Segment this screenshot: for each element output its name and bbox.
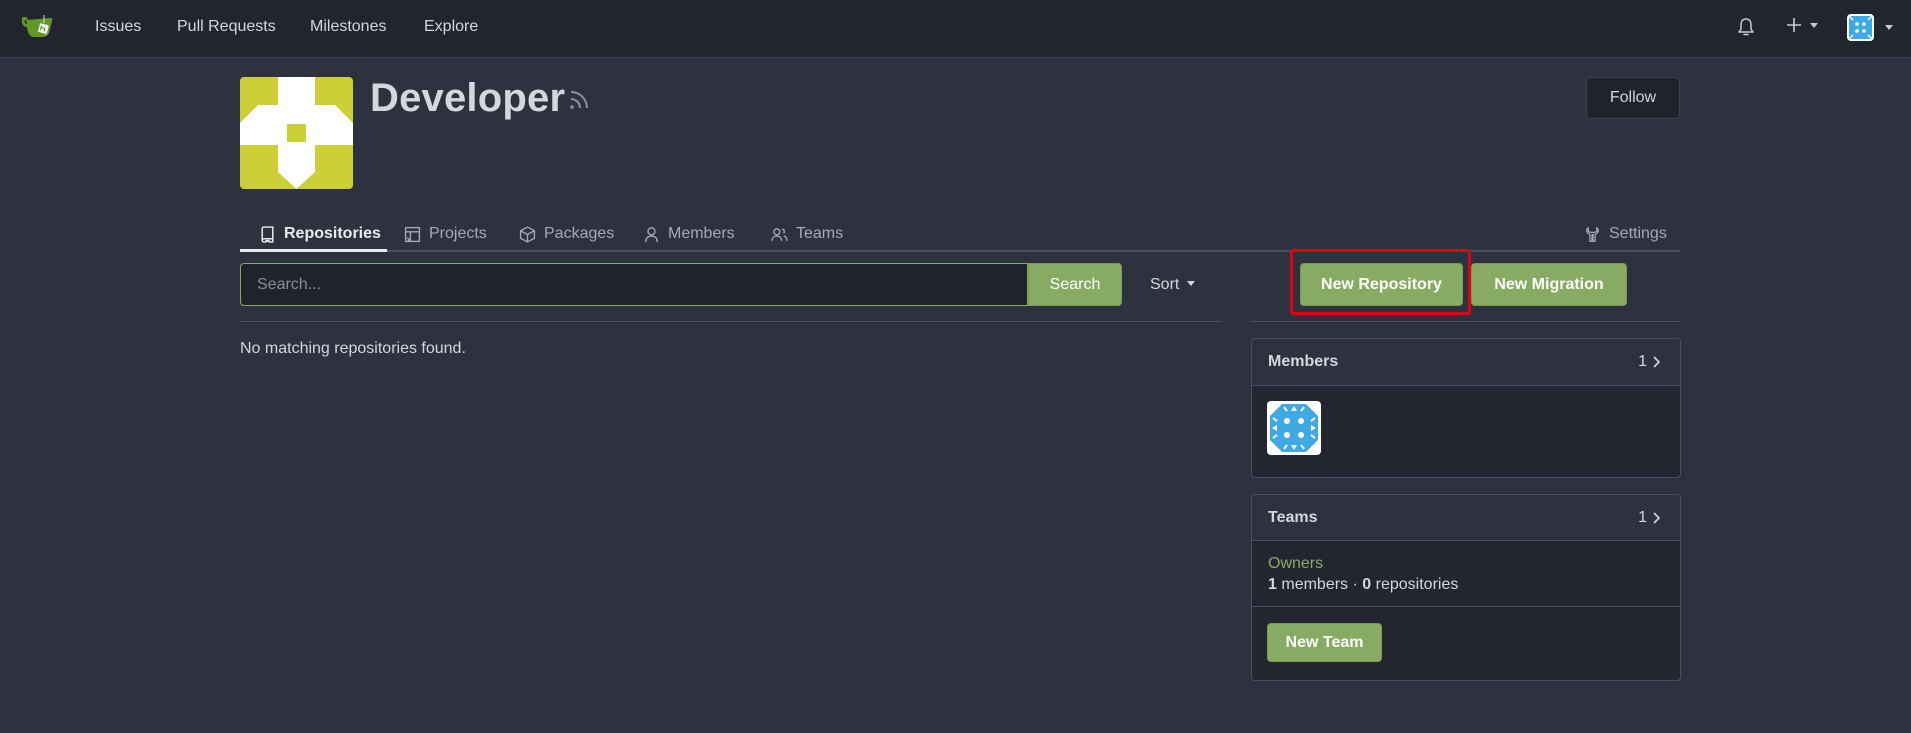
sort-label: Sort — [1150, 276, 1180, 293]
gitea-logo-icon[interactable] — [20, 13, 56, 41]
members-card: Members 1 — [1251, 338, 1681, 478]
member-avatar[interactable] — [1267, 401, 1321, 455]
bell-icon[interactable] — [1737, 17, 1755, 37]
teams-count: 1 — [1638, 508, 1647, 526]
team-meta-separator: · — [1352, 576, 1358, 593]
user-menu[interactable] — [1847, 14, 1893, 41]
members-count: 1 — [1638, 353, 1647, 370]
divider — [240, 321, 1221, 322]
team-name-link[interactable]: Owners — [1268, 555, 1664, 573]
team-meta: 1 members · 0 repositories — [1268, 576, 1664, 594]
package-icon — [519, 225, 536, 243]
teams-card-title: Teams — [1268, 508, 1318, 526]
tab-packages[interactable]: Packages — [519, 216, 614, 252]
nav-pull-requests[interactable]: Pull Requests — [177, 18, 276, 36]
tab-label: Packages — [544, 225, 615, 242]
tab-repositories[interactable]: Repositories — [259, 216, 381, 252]
teams-card-header: Teams 1 — [1252, 495, 1680, 541]
tab-label: Repositories — [284, 225, 381, 242]
top-navbar: Issues Pull Requests Milestones Explore — [0, 0, 1911, 58]
tools-icon — [1586, 226, 1599, 242]
plus-icon — [1787, 18, 1801, 32]
nav-explore[interactable]: Explore — [424, 18, 478, 36]
org-name: Developer — [370, 76, 566, 120]
follow-button[interactable]: Follow — [1586, 77, 1680, 119]
caret-down-icon — [1187, 281, 1196, 286]
user-avatar — [1847, 14, 1874, 41]
teams-card: Teams 1 Owners 1 members · 0 repositorie… — [1251, 494, 1681, 681]
members-card-title: Members — [1268, 353, 1339, 370]
nav-issues[interactable]: Issues — [95, 18, 141, 36]
repo-icon — [261, 225, 274, 243]
org-avatar — [240, 77, 353, 189]
tab-label: Projects — [429, 225, 487, 242]
tab-projects[interactable]: Projects — [404, 216, 487, 252]
repo-search-input[interactable] — [240, 263, 1028, 306]
tab-members[interactable]: Members — [643, 216, 735, 252]
team-repos-label: repositories — [1375, 576, 1459, 593]
search-button[interactable]: Search — [1028, 263, 1122, 306]
caret-down-icon — [1810, 22, 1818, 28]
empty-repos-message: No matching repositories found. — [240, 340, 466, 357]
new-migration-button[interactable]: New Migration — [1471, 263, 1627, 306]
team-members-count: 1 — [1268, 576, 1277, 593]
sort-dropdown[interactable]: Sort — [1150, 276, 1196, 294]
new-repository-button[interactable]: New Repository — [1300, 263, 1463, 306]
divider — [1250, 321, 1680, 322]
team-item: Owners 1 members · 0 repositories — [1252, 541, 1680, 607]
create-menu[interactable] — [1786, 17, 1818, 33]
members-card-header: Members 1 — [1252, 339, 1680, 386]
teams-count-link[interactable]: 1 — [1638, 509, 1661, 527]
tab-label: Members — [668, 225, 735, 242]
tab-settings[interactable]: Settings — [1584, 216, 1667, 252]
rss-feed-icon[interactable] — [567, 88, 591, 112]
team-repos-count: 0 — [1362, 576, 1372, 593]
chevron-right-icon — [1653, 356, 1661, 368]
people-icon — [771, 227, 788, 241]
members-count-link[interactable]: 1 — [1638, 353, 1661, 371]
tab-label: Settings — [1609, 225, 1667, 242]
tab-teams[interactable]: Teams — [771, 216, 843, 252]
caret-down-icon — [1885, 25, 1893, 30]
person-icon — [644, 226, 659, 242]
chevron-right-icon — [1653, 511, 1661, 524]
new-team-button[interactable]: New Team — [1267, 623, 1382, 662]
project-icon — [404, 226, 421, 242]
tab-label: Teams — [796, 225, 844, 242]
team-members-label: members — [1281, 576, 1349, 593]
nav-milestones[interactable]: Milestones — [310, 18, 386, 36]
